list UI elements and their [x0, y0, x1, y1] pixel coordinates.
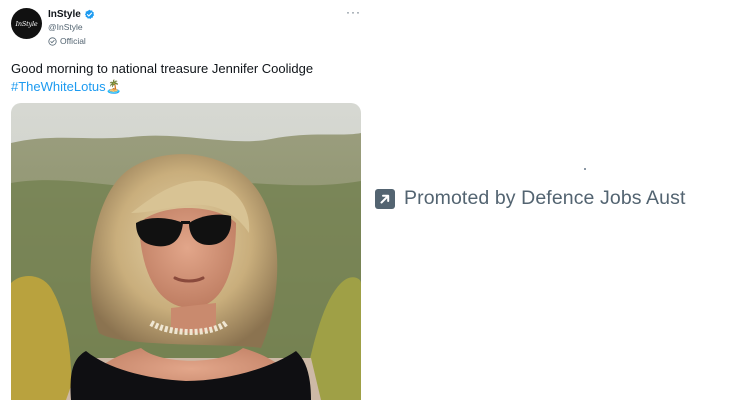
island-emoji-icon: 🏝️ — [105, 79, 122, 94]
hashtag-link[interactable]: #TheWhiteLotus — [11, 79, 106, 94]
tweet-body: Good morning to national treasure Jennif… — [11, 61, 314, 76]
official-label: Official — [60, 36, 86, 46]
display-name[interactable]: InStyle — [48, 9, 81, 20]
handle[interactable]: @InStyle — [48, 22, 83, 32]
official-check-icon — [48, 36, 57, 46]
official-label-row: Official — [48, 36, 86, 46]
promoted-text: Promoted by Defence Jobs Aust — [404, 187, 686, 209]
tweet-media-photo[interactable] — [11, 103, 361, 400]
more-options-icon[interactable]: ··· — [346, 5, 361, 19]
tweet-card[interactable]: InStyle InStyle @InStyle Official ··· Go… — [0, 0, 372, 400]
name-row: InStyle — [48, 9, 95, 20]
promoted-label[interactable]: Promoted by Defence Jobs Aust — [375, 187, 685, 210]
photo-illustration — [11, 103, 361, 400]
tweet-text: Good morning to national treasure Jennif… — [11, 60, 361, 96]
promoted-arrow-icon — [375, 188, 395, 209]
stray-dot — [584, 168, 586, 170]
avatar[interactable]: InStyle — [11, 8, 42, 39]
verified-badge-icon — [84, 9, 94, 19]
